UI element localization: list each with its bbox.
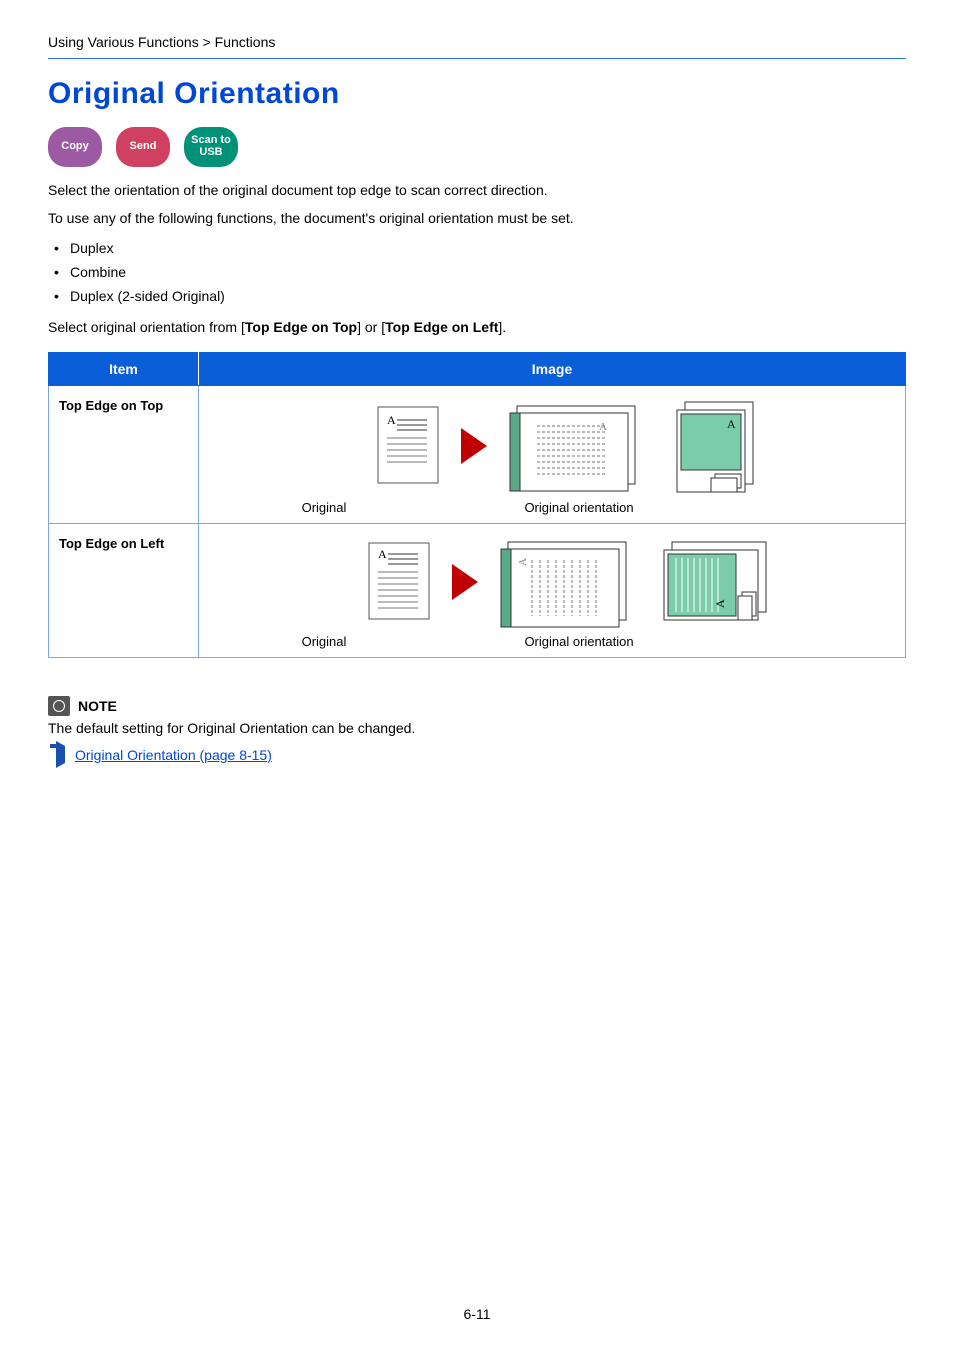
text: ]. <box>498 319 506 335</box>
operation-panel-portrait-icon: A <box>667 398 767 494</box>
text: ] or [ <box>357 319 385 335</box>
svg-text:A: A <box>713 599 727 608</box>
badge-scan-to-usb: Scan to USB <box>184 127 238 167</box>
page-title: Original Orientation <box>48 77 906 111</box>
text: Select original orientation from [ <box>48 319 245 335</box>
original-doc-icon: A <box>368 542 430 622</box>
row-item-top-edge-on-left: Top Edge on Left <box>49 523 199 657</box>
note-icon <box>48 696 70 716</box>
row-item-top-edge-on-top: Top Edge on Top <box>49 385 199 523</box>
badge-send: Send <box>116 127 170 167</box>
arrow-icon <box>461 428 487 464</box>
intro-line-2: To use any of the following functions, t… <box>48 209 906 229</box>
svg-text:A: A <box>387 413 396 427</box>
link-original-orientation[interactable]: Original Orientation (page 8-15) <box>75 747 272 763</box>
svg-text:A: A <box>727 417 736 431</box>
panel-landscape-icon: A <box>509 400 645 492</box>
operation-panel-landscape-icon: A <box>658 536 776 628</box>
divider <box>48 58 906 59</box>
orientation-table: Item Image Top Edge on Top A <box>48 352 906 658</box>
list-item: Duplex (2-sided Original) <box>48 284 906 308</box>
select-instruction: Select original orientation from [Top Ed… <box>48 318 906 338</box>
list-item: Duplex <box>48 236 906 260</box>
arrow-icon <box>452 564 478 600</box>
note-box: NOTE The default setting for Original Or… <box>48 696 906 764</box>
option-top-edge-on-top: Top Edge on Top <box>245 319 357 335</box>
link-arrow-icon <box>56 741 65 768</box>
original-doc-icon: A <box>377 406 439 486</box>
table-row: Top Edge on Left A <box>49 523 906 657</box>
note-text: The default setting for Original Orienta… <box>48 720 906 736</box>
option-top-edge-on-left: Top Edge on Left <box>385 319 498 335</box>
svg-text:A: A <box>378 547 387 561</box>
badge-copy: Copy <box>48 127 102 167</box>
svg-text:A: A <box>517 558 529 566</box>
row-image-top-edge-on-top: A <box>199 385 906 523</box>
caption-original: Original <box>249 634 399 649</box>
list-item: Combine <box>48 260 906 284</box>
table-row: Top Edge on Top A <box>49 385 906 523</box>
caption-original-orientation: Original orientation <box>399 634 759 649</box>
caption-original-orientation: Original orientation <box>399 500 759 515</box>
page-number: 6-11 <box>0 1306 954 1322</box>
table-header-item: Item <box>49 352 199 385</box>
caption-original: Original <box>249 500 399 515</box>
note-label: NOTE <box>78 698 117 714</box>
table-header-image: Image <box>199 352 906 385</box>
function-bullet-list: Duplex Combine Duplex (2-sided Original) <box>48 236 906 308</box>
panel-landscape-rotated-icon: A <box>500 536 636 628</box>
row-image-top-edge-on-left: A <box>199 523 906 657</box>
badge-row: Copy Send Scan to USB <box>48 127 906 167</box>
breadcrumb: Using Various Functions > Functions <box>48 34 906 50</box>
intro-line-1: Select the orientation of the original d… <box>48 181 906 201</box>
svg-text:A: A <box>599 421 607 433</box>
